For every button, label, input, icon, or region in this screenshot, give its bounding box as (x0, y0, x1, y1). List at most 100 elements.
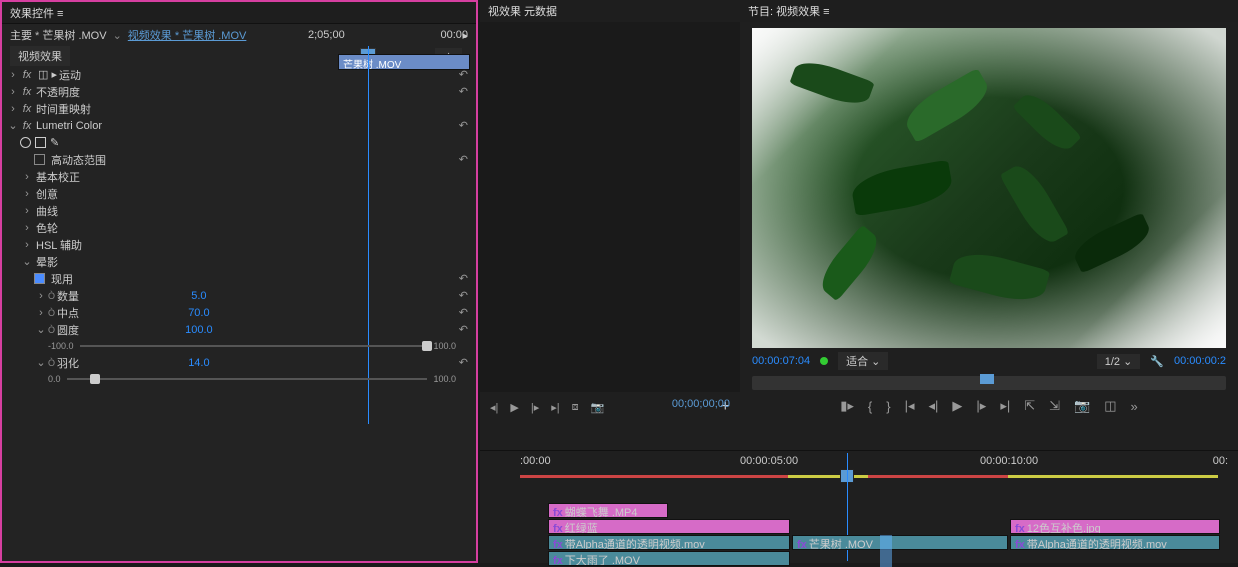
mask-pen-icon[interactable]: ✎ (50, 136, 59, 149)
mark-in-icon[interactable]: ◂| (490, 401, 498, 414)
twirl-icon[interactable]: ⌄ (34, 323, 48, 336)
reset-icon[interactable]: ↶ (459, 68, 468, 81)
twirl-icon[interactable]: › (20, 171, 34, 183)
mark-in-icon[interactable]: { (868, 399, 872, 414)
slider-thumb[interactable] (90, 374, 100, 384)
roundness-value[interactable]: 100.0 (185, 324, 213, 336)
keyframe-stopwatch-icon[interactable]: Ò (48, 291, 55, 301)
slider-thumb[interactable] (422, 341, 432, 351)
twirl-icon[interactable]: › (34, 307, 48, 319)
add-marker-icon[interactable]: ▮▸ (840, 398, 854, 414)
ruler-mark: 00: (1213, 455, 1228, 467)
reset-icon[interactable]: ↶ (459, 356, 468, 369)
clip-v2c[interactable]: fx带Alpha通道的透明视频.mov (1010, 535, 1220, 550)
program-header[interactable]: 节目: 视频效果 ≡ (740, 0, 1238, 22)
clip-v2b[interactable]: fx芒果树 .MOV (792, 535, 1008, 550)
motion-label[interactable]: 运动 (57, 67, 81, 83)
twirl-icon[interactable]: › (34, 290, 48, 302)
fx-badge-icon[interactable]: fx (20, 103, 34, 115)
reset-icon[interactable]: ↶ (459, 119, 468, 132)
vignette-label[interactable]: 晕影 (34, 254, 58, 270)
step-back-icon[interactable]: ◂| (929, 398, 939, 414)
reset-icon[interactable]: ↶ (459, 289, 468, 302)
video-effects-tab[interactable]: 视频效果 (10, 46, 70, 66)
step-fwd-icon[interactable]: |▸ (976, 398, 986, 414)
compare-icon[interactable]: ◫ (1104, 398, 1116, 414)
step-fwd-icon[interactable]: ▸| (551, 401, 559, 414)
clip-v4[interactable]: fx蝴蝶飞舞 .MP4 (548, 503, 668, 518)
mask-rect-icon[interactable] (35, 137, 46, 148)
midpoint-value[interactable]: 70.0 (188, 307, 209, 319)
creative-label[interactable]: 创意 (34, 186, 58, 202)
go-in-icon[interactable]: |◂ (905, 398, 915, 414)
enable-checkbox[interactable] (34, 273, 45, 284)
play-icon[interactable]: ▶ (952, 398, 962, 414)
clip-v3a[interactable]: fx红绿蓝 (548, 519, 790, 534)
timeline-render-bar (520, 475, 1228, 481)
time-remap-label[interactable]: 时间重映射 (34, 101, 91, 117)
program-timecode[interactable]: 00:00:07:04 (752, 355, 810, 367)
clip-v2a[interactable]: fx带Alpha通道的透明视频.mov (548, 535, 790, 550)
reset-icon[interactable]: ↶ (459, 323, 468, 336)
duration-timecode[interactable]: 00:00:00:2 (1174, 355, 1226, 367)
twirl-icon[interactable]: ⌄ (34, 356, 48, 369)
insert-icon[interactable]: ⧈ (572, 401, 579, 414)
keyframe-stopwatch-icon[interactable]: Ò (48, 308, 55, 318)
panel-header[interactable]: 效果控件 ≡ (2, 2, 476, 24)
fx-badge-icon[interactable]: fx (20, 69, 34, 81)
scrub-playhead-icon[interactable] (980, 374, 994, 384)
zoom-dropdown[interactable]: 1/2 ⌄ (1097, 354, 1141, 369)
source-view[interactable] (480, 22, 740, 392)
amount-value[interactable]: 5.0 (191, 290, 206, 302)
twirl-icon[interactable]: › (20, 188, 34, 200)
fx-badge-icon[interactable]: fx (20, 86, 34, 98)
timeline-ruler[interactable]: :00:00 00:00:05:00 00:00:10:00 00: (520, 455, 1228, 475)
source-tabs[interactable]: 视效果 元数据 (480, 0, 740, 22)
feather-slider[interactable]: 0.0100.0 (2, 371, 476, 387)
camera-icon[interactable]: 📷 (591, 401, 605, 414)
go-out-icon[interactable]: ▸| (1000, 398, 1010, 414)
hdr-checkbox[interactable] (34, 154, 45, 165)
twirl-icon[interactable]: › (6, 69, 20, 81)
play-icon[interactable]: ▶ (510, 401, 518, 414)
extract-icon[interactable]: ⇲ (1049, 398, 1060, 414)
program-view[interactable] (752, 28, 1226, 348)
color-wheels-label[interactable]: 色轮 (34, 220, 58, 236)
mark-out-icon[interactable]: } (886, 399, 890, 414)
twirl-icon[interactable]: ⌄ (6, 119, 20, 132)
curves-label[interactable]: 曲线 (34, 203, 58, 219)
export-frame-icon[interactable]: 📷 (1074, 398, 1090, 414)
mask-ellipse-icon[interactable] (20, 137, 31, 148)
step-back-icon[interactable]: |▸ (531, 401, 539, 414)
lumetri-label[interactable]: Lumetri Color (34, 120, 102, 132)
reset-icon[interactable]: ↶ (459, 153, 468, 166)
basic-correction-label[interactable]: 基本校正 (34, 169, 80, 185)
program-scrubber[interactable] (752, 376, 1226, 390)
chevron-down-icon[interactable]: ⌄ (113, 29, 122, 42)
reset-icon[interactable]: ↶ (459, 306, 468, 319)
clip-v3b[interactable]: fx12色互补色.jpg (1010, 519, 1220, 534)
lift-icon[interactable]: ⇱ (1024, 398, 1035, 414)
keyframe-stopwatch-icon[interactable]: Ò (48, 325, 55, 335)
keyframe-stopwatch-icon[interactable]: Ò (48, 358, 55, 368)
fx-badge-icon[interactable]: fx (20, 120, 34, 132)
hsl-secondary-label[interactable]: HSL 辅助 (34, 237, 82, 253)
twirl-icon[interactable]: › (20, 222, 34, 234)
twirl-icon[interactable]: › (6, 103, 20, 115)
ruler-end: 00:00 (440, 29, 468, 41)
reset-icon[interactable]: ↶ (459, 85, 468, 98)
roundness-slider[interactable]: -100.0100.0 (2, 338, 476, 354)
wrench-icon[interactable]: 🔧 (1150, 355, 1164, 368)
sequence-link[interactable]: 视频效果 * 芒果树 .MOV (128, 27, 247, 43)
twirl-icon[interactable]: › (6, 86, 20, 98)
reset-icon[interactable]: ↶ (459, 272, 468, 285)
feather-value[interactable]: 14.0 (188, 357, 209, 369)
fit-dropdown[interactable]: 适合 ⌄ (838, 352, 888, 370)
twirl-icon[interactable]: › (20, 205, 34, 217)
opacity-label[interactable]: 不透明度 (34, 84, 80, 100)
twirl-icon[interactable]: ⌄ (20, 255, 34, 268)
twirl-icon[interactable]: › (20, 239, 34, 251)
more-icon[interactable]: » (1131, 399, 1138, 414)
source-timecode[interactable]: 00;00;00;00 (672, 398, 730, 410)
clip-v1[interactable]: fx下大雨了 .MOV (548, 551, 790, 566)
